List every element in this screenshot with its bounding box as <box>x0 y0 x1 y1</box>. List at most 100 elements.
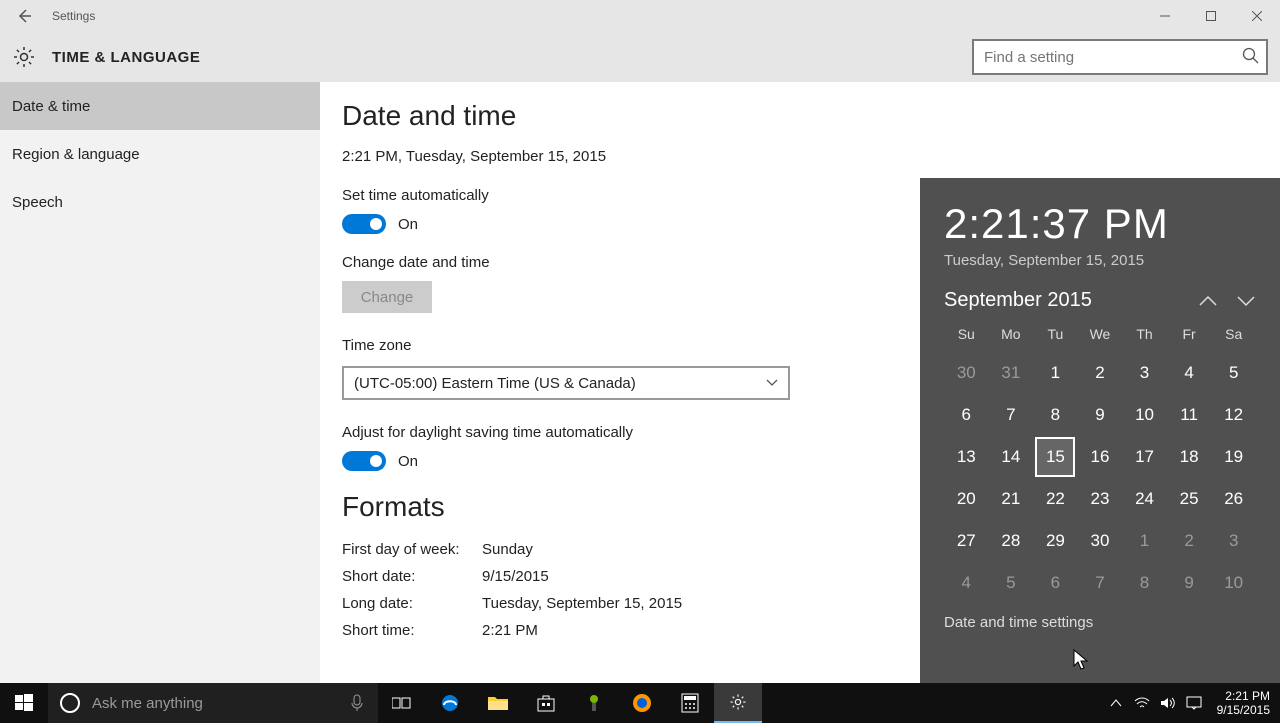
calendar-day[interactable]: 19 <box>1211 436 1256 478</box>
calendar-day[interactable]: 30 <box>944 352 989 394</box>
change-button[interactable]: Change <box>342 281 432 313</box>
speaker-icon <box>1160 696 1176 710</box>
calendar-day[interactable]: 12 <box>1211 394 1256 436</box>
current-datetime: 2:21 PM, Tuesday, September 15, 2015 <box>342 148 1258 165</box>
close-button[interactable] <box>1234 0 1280 32</box>
edge-icon <box>440 693 460 713</box>
search-wrap <box>972 39 1268 75</box>
task-view-button[interactable] <box>378 683 426 723</box>
next-month-button[interactable] <box>1236 294 1256 308</box>
taskbar-clock[interactable]: 2:21 PM 9/15/2015 <box>1207 689 1280 717</box>
calendar-day[interactable]: 2 <box>1078 352 1123 394</box>
calculator-button[interactable] <box>666 683 714 723</box>
action-center-icon[interactable] <box>1181 696 1207 710</box>
flyout-month[interactable]: September 2015 <box>944 289 1092 312</box>
calendar-day[interactable]: 28 <box>989 520 1034 562</box>
search-input[interactable] <box>972 39 1268 75</box>
file-explorer-button[interactable] <box>474 683 522 723</box>
calendar-day[interactable]: 1 <box>1033 352 1078 394</box>
calendar-day[interactable]: 13 <box>944 436 989 478</box>
settings-taskbar-button[interactable] <box>714 683 762 723</box>
calendar-day[interactable]: 24 <box>1122 478 1167 520</box>
calendar-day[interactable]: 7 <box>1078 562 1123 604</box>
short-date-value: 9/15/2015 <box>482 568 549 585</box>
set-time-auto-toggle[interactable] <box>342 214 386 234</box>
calendar-day[interactable]: 21 <box>989 478 1034 520</box>
minimize-icon <box>1160 11 1170 21</box>
network-icon[interactable] <box>1129 696 1155 710</box>
calendar-day[interactable]: 30 <box>1078 520 1123 562</box>
cortana-search[interactable]: Ask me anything <box>48 683 378 723</box>
pinned-app-icon <box>584 693 604 713</box>
volume-icon[interactable] <box>1155 696 1181 710</box>
sidebar-item-1[interactable]: Region & language <box>0 130 320 178</box>
calendar-day[interactable]: 3 <box>1211 520 1256 562</box>
sidebar: Date & timeRegion & languageSpeech <box>0 82 320 683</box>
prev-month-button[interactable] <box>1198 294 1218 308</box>
short-time-label: Short time: <box>342 622 482 639</box>
calendar-day[interactable]: 9 <box>1167 562 1212 604</box>
calendar-day[interactable]: 8 <box>1122 562 1167 604</box>
calendar-day[interactable]: 3 <box>1122 352 1167 394</box>
calendar-day[interactable]: 25 <box>1167 478 1212 520</box>
calendar-day[interactable]: 29 <box>1033 520 1078 562</box>
page-heading: Date and time <box>342 100 1258 132</box>
timezone-select[interactable]: (UTC-05:00) Eastern Time (US & Canada) <box>342 366 790 400</box>
calendar-day[interactable]: 14 <box>989 436 1034 478</box>
header-title: TIME & LANGUAGE <box>52 49 200 66</box>
calendar-day[interactable]: 20 <box>944 478 989 520</box>
edge-button[interactable] <box>426 683 474 723</box>
date-time-settings-link[interactable]: Date and time settings <box>944 614 1256 631</box>
chevron-down-icon <box>766 377 778 389</box>
calendar-day[interactable]: 10 <box>1122 394 1167 436</box>
calendar-day[interactable]: 1 <box>1122 520 1167 562</box>
calculator-icon <box>681 693 699 713</box>
calendar-day[interactable]: 7 <box>989 394 1034 436</box>
calendar-day[interactable]: 5 <box>1211 352 1256 394</box>
microphone-icon[interactable] <box>350 694 364 712</box>
calendar-grid: SuMoTuWeThFrSa 3031123456789101112131415… <box>944 326 1256 604</box>
calendar-day[interactable]: 10 <box>1211 562 1256 604</box>
window-title: Settings <box>52 9 95 23</box>
close-icon <box>1252 11 1262 21</box>
calendar-day[interactable]: 26 <box>1211 478 1256 520</box>
dst-toggle[interactable] <box>342 451 386 471</box>
calendar-day[interactable]: 27 <box>944 520 989 562</box>
calendar-day[interactable]: 8 <box>1033 394 1078 436</box>
start-button[interactable] <box>0 683 48 723</box>
calendar-day[interactable]: 17 <box>1122 436 1167 478</box>
calendar-day[interactable]: 16 <box>1078 436 1123 478</box>
store-button[interactable] <box>522 683 570 723</box>
calendar-day[interactable]: 11 <box>1167 394 1212 436</box>
search-icon <box>1242 47 1260 65</box>
cortana-icon <box>60 693 80 713</box>
sidebar-item-2[interactable]: Speech <box>0 178 320 226</box>
store-icon <box>536 693 556 713</box>
minimize-button[interactable] <box>1142 0 1188 32</box>
task-view-icon <box>392 695 412 711</box>
calendar-day[interactable]: 9 <box>1078 394 1123 436</box>
calendar-day[interactable]: 5 <box>989 562 1034 604</box>
short-date-label: Short date: <box>342 568 482 585</box>
gear-icon <box>12 45 36 69</box>
calendar-day[interactable]: 22 <box>1033 478 1078 520</box>
calendar-day[interactable]: 4 <box>944 562 989 604</box>
calendar-day[interactable]: 18 <box>1167 436 1212 478</box>
tray-overflow-button[interactable] <box>1103 698 1129 708</box>
firefox-button[interactable] <box>618 683 666 723</box>
clock-time: 2:21 PM <box>1217 689 1270 703</box>
calendar-day[interactable]: 23 <box>1078 478 1123 520</box>
calendar-day[interactable]: 31 <box>989 352 1034 394</box>
back-button[interactable] <box>8 0 40 32</box>
sidebar-item-0[interactable]: Date & time <box>0 82 320 130</box>
calendar-day[interactable]: 6 <box>1033 562 1078 604</box>
weekday-header: Fr <box>1167 326 1212 352</box>
calendar-day[interactable]: 4 <box>1167 352 1212 394</box>
calendar-day[interactable]: 15 <box>1033 436 1078 478</box>
weekday-header: Mo <box>989 326 1034 352</box>
chevron-up-icon <box>1198 294 1218 308</box>
calendar-day[interactable]: 2 <box>1167 520 1212 562</box>
calendar-day[interactable]: 6 <box>944 394 989 436</box>
app-button-1[interactable] <box>570 683 618 723</box>
maximize-button[interactable] <box>1188 0 1234 32</box>
